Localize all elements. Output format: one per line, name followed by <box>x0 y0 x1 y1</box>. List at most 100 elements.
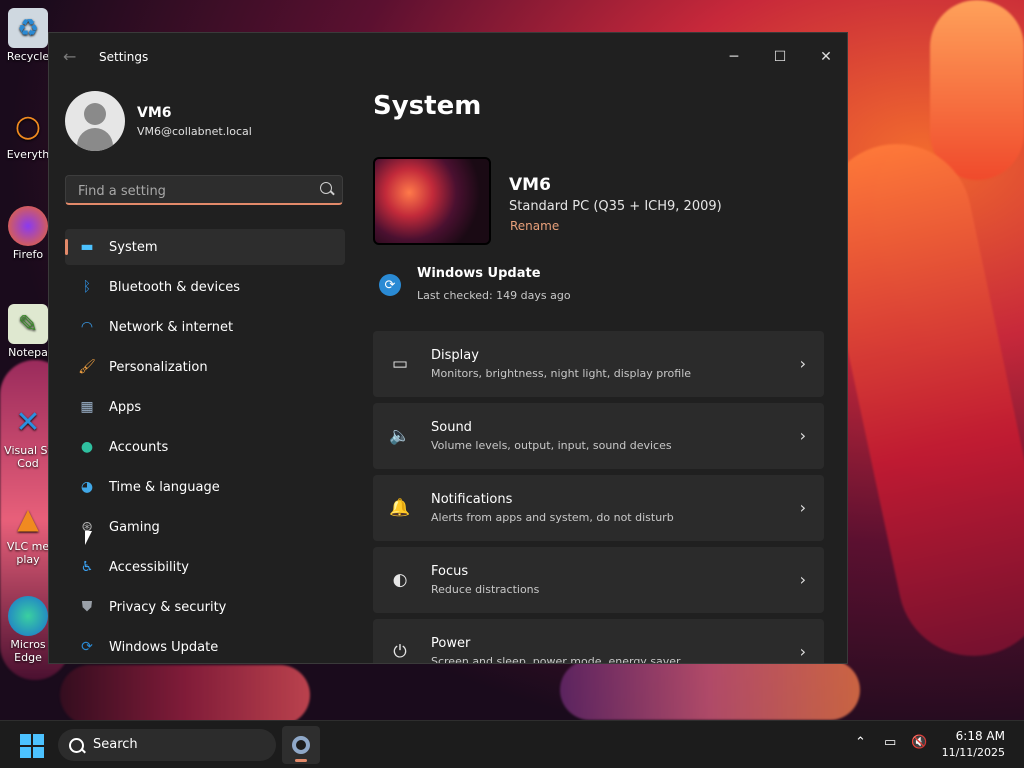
sidebar-item-bluetooth[interactable]: ᛒ Bluetooth & devices <box>65 269 345 305</box>
update-icon: ⟳ <box>81 639 93 655</box>
sidebar-item-network[interactable]: ◠ Network & internet <box>65 309 345 345</box>
search-box[interactable] <box>65 175 343 205</box>
taskbar-settings-app[interactable] <box>282 726 320 764</box>
sidebar-item-windows-update[interactable]: ⟳ Windows Update <box>65 629 345 663</box>
card-subtitle: Monitors, brightness, night light, displ… <box>431 367 692 380</box>
card-focus[interactable]: ◐ Focus Reduce distractions › <box>373 547 824 613</box>
card-title: Power <box>431 636 471 651</box>
sidebar-item-label: Apps <box>109 399 142 415</box>
globe-clock-icon: ◕ <box>80 479 94 495</box>
windows-logo-tile <box>33 734 44 745</box>
sidebar-item-system[interactable]: ▬ System <box>65 229 345 265</box>
chevron-right-icon: › <box>799 354 806 373</box>
sidebar-item-gaming[interactable]: ⊛ Gaming <box>65 509 345 545</box>
sidebar-item-label: Privacy & security <box>109 599 227 615</box>
title-bar[interactable]: ← Settings ─ ☐ ✕ <box>49 33 847 81</box>
taskbar-search[interactable]: Search <box>58 729 276 761</box>
firefox-icon <box>8 206 48 246</box>
windows-update-icon[interactable]: ⟳ <box>379 274 401 296</box>
accessibility-icon: ♿ <box>80 559 94 575</box>
avatar[interactable] <box>65 91 125 151</box>
shield-icon: ⛊ <box>81 599 93 615</box>
sidebar-item-accessibility[interactable]: ♿ Accessibility <box>65 549 345 585</box>
avatar-head <box>84 103 106 125</box>
user-name: VM6 <box>137 105 172 121</box>
volume-muted-icon[interactable]: 🔇 <box>911 735 927 750</box>
sidebar-item-label: Windows Update <box>109 639 219 655</box>
focus-icon: ◐ <box>392 570 408 590</box>
speaker-icon: 🔈 <box>389 426 411 446</box>
display-icon: ▭ <box>391 354 409 374</box>
sidebar-item-label: Gaming <box>109 519 160 535</box>
card-subtitle: Screen and sleep, power mode, energy sav… <box>431 655 681 664</box>
mouse-cursor-icon <box>85 531 92 545</box>
card-title: Notifications <box>431 492 513 507</box>
settings-window: ← Settings ─ ☐ ✕ VM6 VM6@collabnet.local… <box>48 32 848 664</box>
minimize-button[interactable]: ─ <box>711 41 757 73</box>
network-icon[interactable]: ▭ <box>884 735 896 750</box>
card-subtitle: Volume levels, output, input, sound devi… <box>431 439 672 452</box>
card-power[interactable]: ⏻ Power Screen and sleep, power mode, en… <box>373 619 824 664</box>
card-subtitle: Reduce distractions <box>431 583 540 596</box>
user-email: VM6@collabnet.local <box>137 125 252 138</box>
person-icon: ● <box>80 439 94 455</box>
wallpaper-shape <box>60 665 310 725</box>
sidebar-item-label: System <box>109 239 158 255</box>
sidebar-item-label: Personalization <box>109 359 208 375</box>
card-title: Sound <box>431 420 472 435</box>
search-magnifier-icon: ○ <box>14 108 42 144</box>
back-arrow-icon[interactable]: ← <box>63 47 76 66</box>
sidebar-item-label: Network & internet <box>109 319 234 335</box>
sidebar-item-privacy[interactable]: ⛊ Privacy & security <box>65 589 345 625</box>
chevron-up-icon[interactable]: ⌃ <box>855 735 866 750</box>
card-title: Focus <box>431 564 469 579</box>
brush-icon: 🖌 <box>78 359 96 375</box>
sidebar-item-label: Bluetooth & devices <box>109 279 240 295</box>
windows-update-title[interactable]: Windows Update <box>417 266 541 281</box>
card-display[interactable]: ▭ Display Monitors, brightness, night li… <box>373 331 824 397</box>
maximize-button[interactable]: ☐ <box>757 41 803 73</box>
page-title: System <box>373 91 482 121</box>
power-icon: ⏻ <box>393 642 407 662</box>
avatar-body <box>77 128 113 151</box>
settings-cards: ▭ Display Monitors, brightness, night li… <box>373 331 824 664</box>
bell-icon: 🔔 <box>389 498 411 518</box>
edge-icon <box>8 596 48 636</box>
windows-logo-tile <box>20 734 31 745</box>
search-icon <box>69 738 84 753</box>
search-input[interactable] <box>76 181 310 201</box>
chevron-right-icon: › <box>799 570 806 589</box>
windows-update-status: Last checked: 149 days ago <box>417 289 571 302</box>
device-wallpaper-thumbnail[interactable] <box>373 157 491 245</box>
sidebar-item-accounts[interactable]: ● Accounts <box>65 429 345 465</box>
chevron-right-icon: › <box>799 426 806 445</box>
rename-link[interactable]: Rename <box>510 219 559 233</box>
card-subtitle: Alerts from apps and system, do not dist… <box>431 511 674 524</box>
bluetooth-icon: ᛒ <box>82 279 92 295</box>
notepad-icon: ✎ <box>8 304 48 344</box>
vscode-icon: ✕ <box>15 404 41 440</box>
vlc-icon: ▲ <box>17 501 39 535</box>
device-name: VM6 <box>509 175 551 195</box>
chevron-right-icon: › <box>799 498 806 517</box>
device-model: Standard PC (Q35 + ICH9, 2009) <box>509 199 722 214</box>
chevron-right-icon: › <box>799 642 806 661</box>
card-sound[interactable]: 🔈 Sound Volume levels, output, input, so… <box>373 403 824 469</box>
sidebar-item-label: Accounts <box>109 439 169 455</box>
clock-time[interactable]: 6:18 AM <box>956 729 1005 743</box>
apps-icon: ▦ <box>80 399 94 415</box>
close-button[interactable]: ✕ <box>803 41 847 73</box>
search-icon[interactable] <box>320 182 332 194</box>
monitor-icon: ▬ <box>80 239 94 255</box>
recycle-bin-icon: ♻ <box>8 8 48 48</box>
windows-logo-tile <box>20 747 31 758</box>
clock-date[interactable]: 11/11/2025 <box>942 746 1005 759</box>
card-notifications[interactable]: 🔔 Notifications Alerts from apps and sys… <box>373 475 824 541</box>
sidebar-item-apps[interactable]: ▦ Apps <box>65 389 345 425</box>
wallpaper-shape <box>560 660 860 720</box>
wallpaper-shape <box>930 0 1024 180</box>
sidebar-item-personalization[interactable]: 🖌 Personalization <box>65 349 345 385</box>
start-button[interactable] <box>20 734 44 758</box>
card-title: Display <box>431 348 479 363</box>
sidebar-item-time-language[interactable]: ◕ Time & language <box>65 469 345 505</box>
